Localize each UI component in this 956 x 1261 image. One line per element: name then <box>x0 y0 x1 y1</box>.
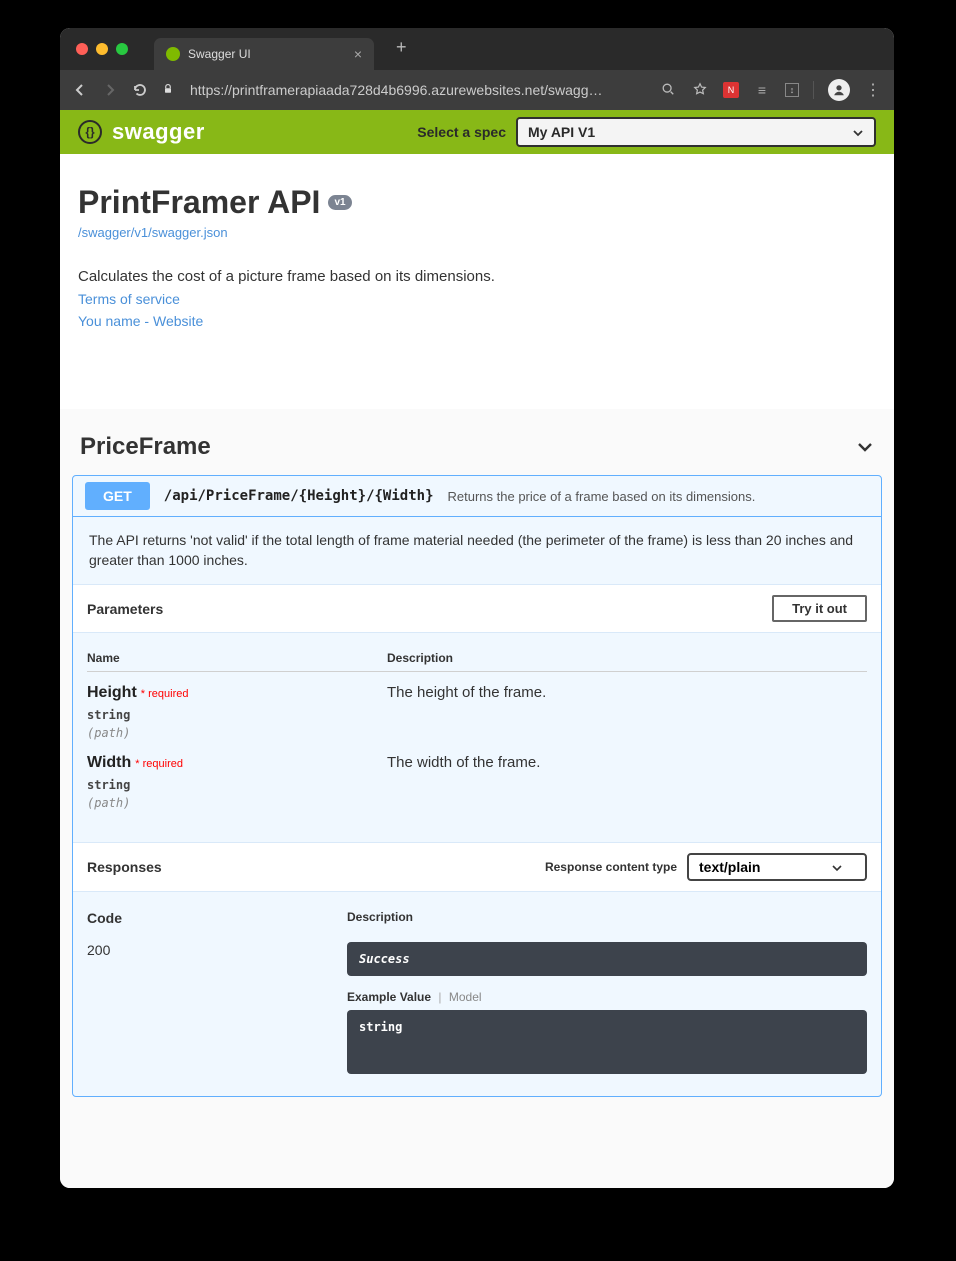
url-display[interactable]: https://printframerapiaada728d4b6996.azu… <box>190 82 645 98</box>
contact-link[interactable]: You name - Website <box>78 313 203 329</box>
menu-icon[interactable]: ⋮ <box>864 80 882 100</box>
response-content-value: text/plain <box>699 859 760 875</box>
param-desc: The height of the frame. <box>387 684 867 701</box>
tag-section: PriceFrame GET /api/PriceFrame/{Height}/… <box>60 409 894 1127</box>
responses-body: Code Description 200 Success Example Val… <box>73 892 881 1096</box>
page-content: PrintFramer API v1 /swagger/v1/swagger.j… <box>60 154 894 1188</box>
try-it-out-button[interactable]: Try it out <box>772 595 867 622</box>
terms-link[interactable]: Terms of service <box>78 291 180 307</box>
example-value-block: string <box>347 1010 867 1074</box>
titlebar: Swagger UI × + <box>60 28 894 70</box>
profile-avatar[interactable] <box>828 79 850 101</box>
param-row: Height required string (path) The height … <box>87 672 867 742</box>
spacer <box>60 339 894 409</box>
resp-col-desc: Description <box>347 910 867 926</box>
parameters-bar: Parameters Try it out <box>73 584 881 633</box>
lock-icon[interactable] <box>162 83 174 98</box>
required-badge: required <box>135 758 183 770</box>
param-desc: The width of the frame. <box>387 754 867 771</box>
swagger-logo-icon: {} <box>78 120 102 144</box>
window-maximize[interactable] <box>116 43 128 55</box>
window-minimize[interactable] <box>96 43 108 55</box>
api-version-badge: v1 <box>328 195 351 210</box>
parameters-table: Name Description Height required string (… <box>73 633 881 842</box>
parameters-title: Parameters <box>87 601 163 617</box>
tag-name: PriceFrame <box>80 433 211 461</box>
spec-select-value: My API V1 <box>528 124 595 140</box>
chevron-down-icon <box>856 438 874 456</box>
response-row: 200 Success Example Value | Model string <box>87 932 867 1084</box>
param-location: (path) <box>87 796 387 810</box>
model-tab[interactable]: Model <box>449 990 482 1004</box>
spec-select[interactable]: My API V1 <box>516 117 876 147</box>
swagger-topbar: {} swagger Select a spec My API V1 <box>60 110 894 154</box>
ext1-icon[interactable]: N <box>723 82 739 98</box>
operation-block: GET /api/PriceFrame/{Height}/{Width} Ret… <box>72 475 882 1097</box>
tab-title: Swagger UI <box>188 47 251 61</box>
browser-window: Swagger UI × + https://printframerapiaad… <box>60 28 894 1188</box>
window-close[interactable] <box>76 43 88 55</box>
api-description: Calculates the cost of a picture frame b… <box>78 268 876 285</box>
response-content-select[interactable]: text/plain <box>687 853 867 881</box>
swagger-favicon-icon <box>166 47 180 61</box>
separator <box>813 81 814 99</box>
address-bar: https://printframerapiaada728d4b6996.azu… <box>60 70 894 110</box>
zoom-icon[interactable] <box>659 82 677 99</box>
operation-note: The API returns 'not valid' if the total… <box>73 517 881 584</box>
responses-bar: Responses Response content type text/pla… <box>73 842 881 892</box>
reload-button[interactable] <box>132 82 148 98</box>
chevron-down-icon <box>831 861 843 873</box>
star-icon[interactable] <box>691 82 709 99</box>
http-method-badge: GET <box>85 482 150 510</box>
api-title: PrintFramer API <box>78 184 320 221</box>
response-code: 200 <box>87 942 347 1074</box>
ext3-icon[interactable]: ↕ <box>785 83 799 97</box>
param-row: Width required string (path) The width of… <box>87 742 867 812</box>
responses-title: Responses <box>87 859 162 875</box>
swagger-brand: swagger <box>112 119 205 145</box>
close-tab-icon[interactable]: × <box>354 46 362 62</box>
required-badge: required <box>141 688 189 700</box>
forward-button[interactable] <box>102 82 118 98</box>
browser-tab[interactable]: Swagger UI × <box>154 38 374 70</box>
param-type: string <box>87 778 387 792</box>
param-type: string <box>87 708 387 722</box>
tag-header[interactable]: PriceFrame <box>70 423 884 475</box>
operation-summary-text: Returns the price of a frame based on it… <box>448 489 756 504</box>
example-value-tab[interactable]: Example Value <box>347 990 431 1004</box>
operation-summary[interactable]: GET /api/PriceFrame/{Height}/{Width} Ret… <box>73 476 881 517</box>
new-tab-button[interactable]: + <box>396 37 407 58</box>
param-location: (path) <box>87 726 387 740</box>
chevron-down-icon <box>852 126 864 138</box>
param-name: Width <box>87 754 131 771</box>
api-header: PrintFramer API v1 /swagger/v1/swagger.j… <box>60 154 894 339</box>
ext2-icon[interactable]: ≡ <box>753 82 771 98</box>
param-name: Height <box>87 684 137 701</box>
response-description: Success <box>347 942 867 976</box>
response-content-label: Response content type <box>545 860 677 874</box>
col-name-header: Name <box>87 651 387 665</box>
back-button[interactable] <box>72 82 88 98</box>
operation-path: /api/PriceFrame/{Height}/{Width} <box>164 488 434 504</box>
col-desc-header: Description <box>387 651 867 665</box>
spec-url-link[interactable]: /swagger/v1/swagger.json <box>78 225 876 240</box>
spec-select-label: Select a spec <box>417 124 506 140</box>
resp-col-code: Code <box>87 910 347 926</box>
